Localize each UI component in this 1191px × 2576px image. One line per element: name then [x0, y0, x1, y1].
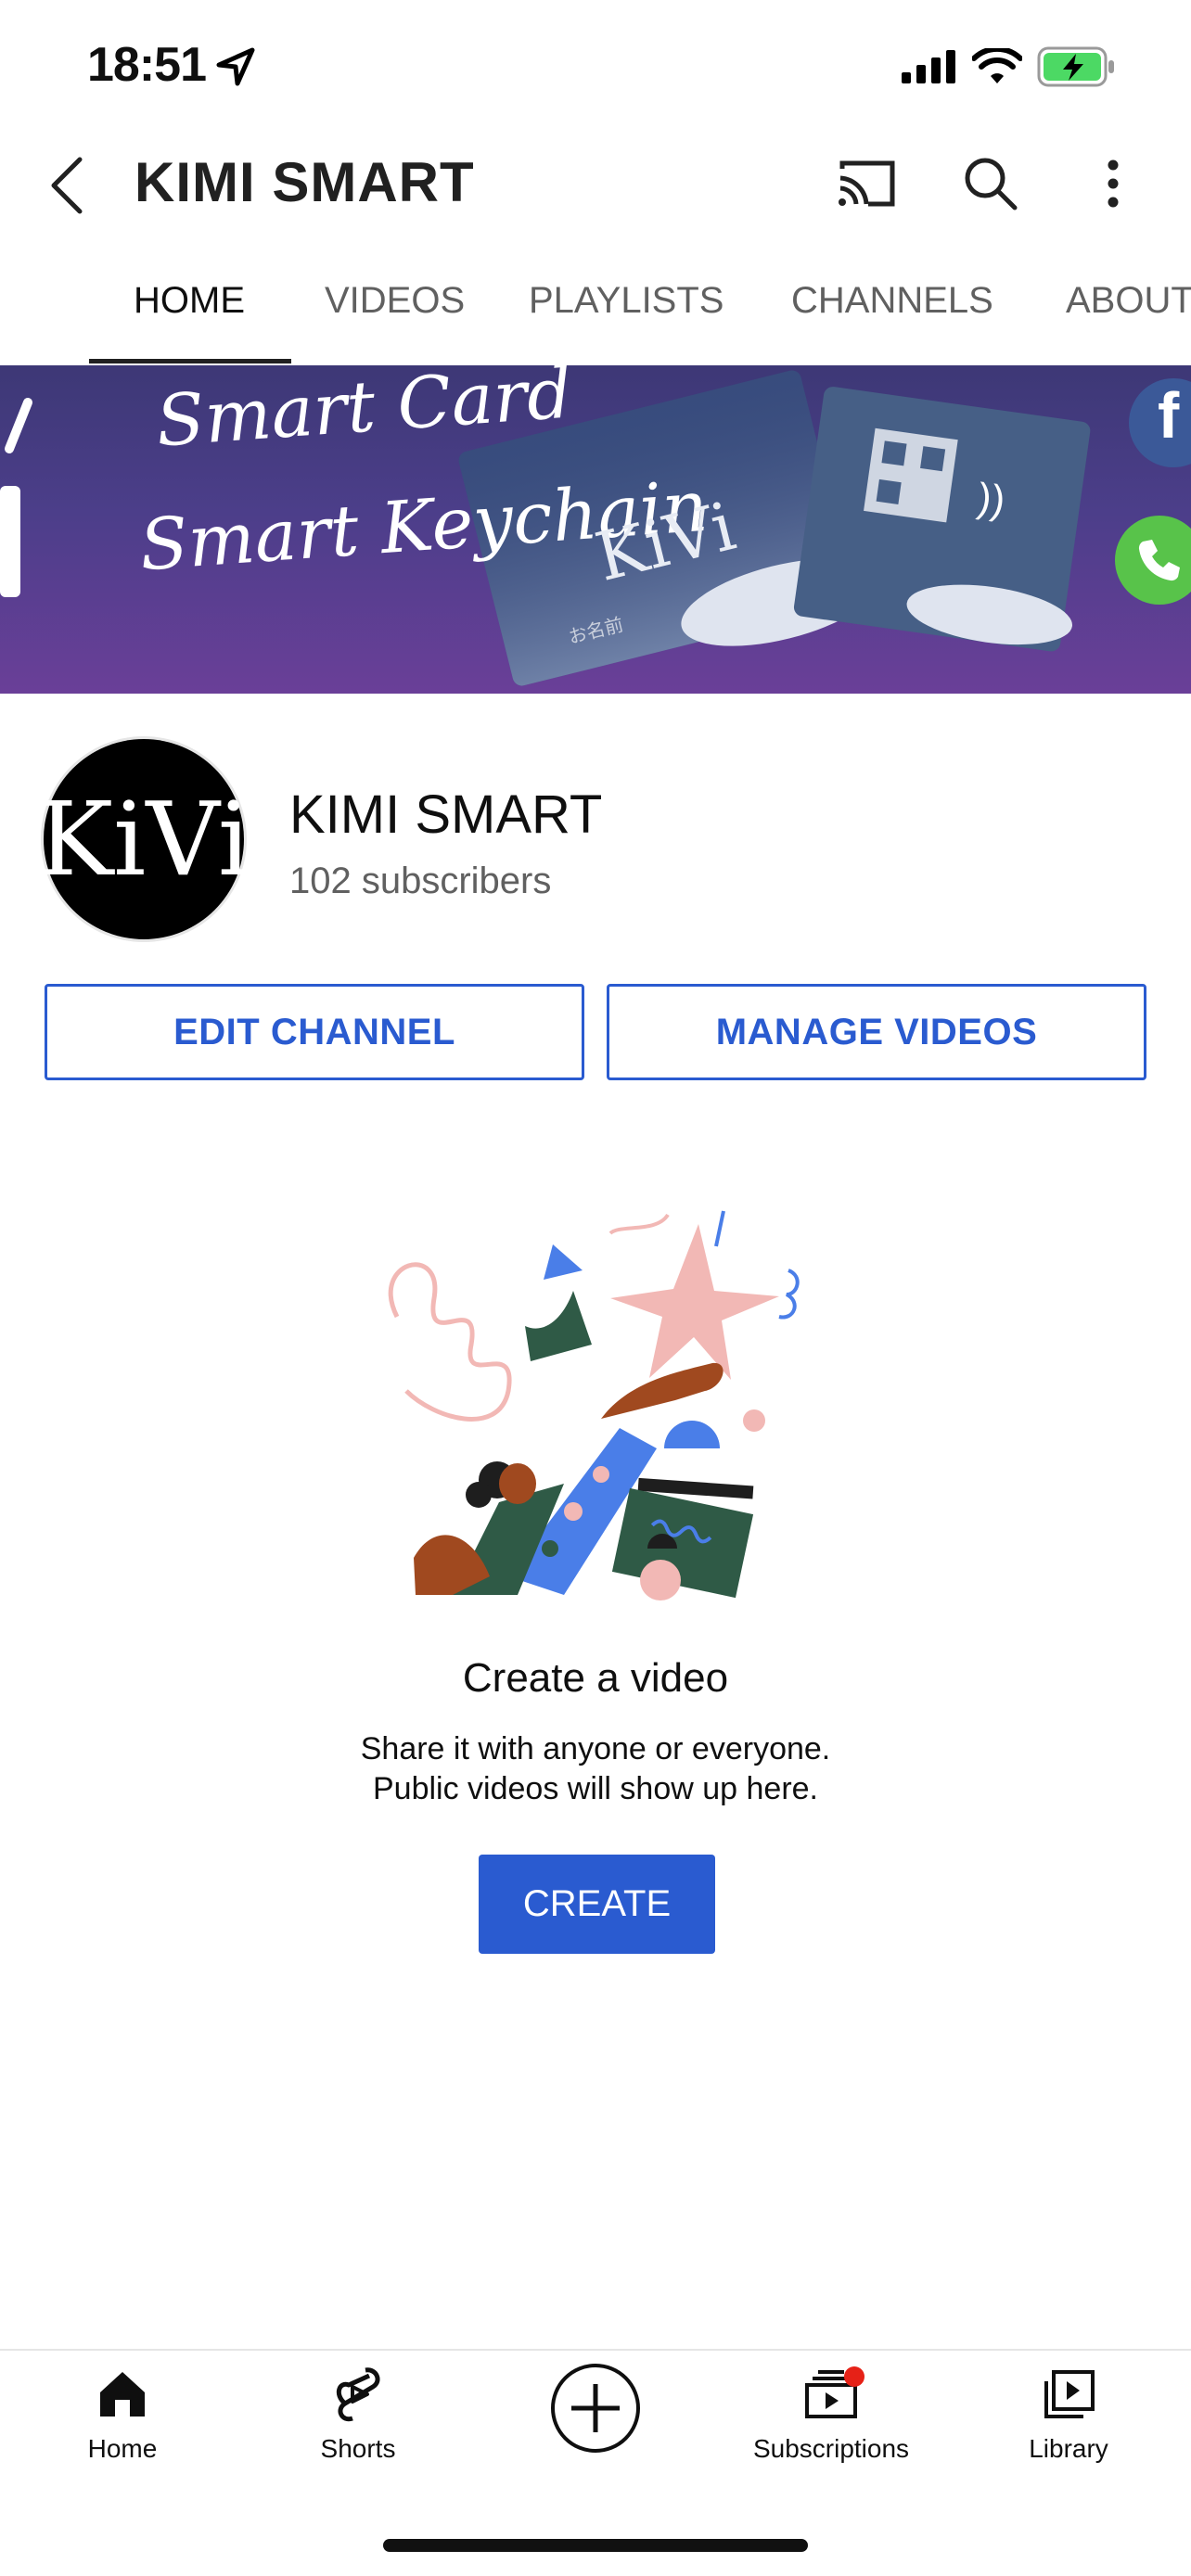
signal-icon	[902, 50, 955, 83]
tab-home[interactable]: HOME	[134, 280, 245, 322]
create-button[interactable]: CREATE	[479, 1855, 715, 1954]
wifi-icon	[972, 48, 1022, 83]
bottom-nav-divider	[0, 2349, 1191, 2351]
manage-videos-button[interactable]: MANAGE VIDEOS	[607, 984, 1146, 1080]
cast-icon[interactable]	[837, 158, 898, 210]
nav-home-label: Home	[87, 2434, 158, 2463]
search-icon[interactable]	[963, 156, 1018, 211]
nav-subscriptions-label: Subscriptions	[752, 2434, 910, 2463]
facebook-icon: f	[1158, 379, 1180, 452]
location-arrow-icon	[216, 47, 255, 86]
empty-state-description-line2: Public videos will show up here.	[372, 1771, 819, 1806]
create-video-illustration	[388, 1210, 800, 1600]
empty-state-title: Create a video	[462, 1655, 729, 1701]
shorts-icon	[336, 2367, 380, 2422]
home-icon	[100, 2372, 145, 2417]
battery-charging-icon	[1037, 46, 1114, 87]
avatar-logo-text: KiVi	[36, 780, 251, 899]
nav-home[interactable]: Home	[50, 2365, 195, 2467]
nav-library[interactable]: Library	[996, 2365, 1141, 2467]
empty-state-description: Share it with anyone or everyone. Public…	[0, 1729, 1191, 1809]
edit-channel-button[interactable]: EDIT CHANNEL	[45, 984, 584, 1080]
home-indicator	[383, 2539, 808, 2552]
empty-state-description-line1: Share it with anyone or everyone.	[360, 1731, 831, 1766]
channel-banner: Smart Card Smart Keychain KiVi お名前 )) f	[0, 365, 1191, 694]
page-title: KIMI SMART	[134, 151, 475, 213]
active-tab-indicator	[89, 359, 291, 363]
nav-shorts[interactable]: Shorts	[286, 2365, 430, 2467]
tab-channels[interactable]: CHANNELS	[791, 280, 993, 322]
nav-library-label: Library	[1029, 2434, 1108, 2463]
tab-videos[interactable]: VIDEOS	[325, 280, 465, 322]
avatar[interactable]: KiVi	[37, 739, 250, 939]
nav-shorts-label: Shorts	[320, 2434, 396, 2463]
back-arrow-icon[interactable]	[46, 156, 87, 215]
nav-subscriptions[interactable]: Subscriptions	[738, 2365, 924, 2467]
status-time: 18:51	[87, 38, 207, 92]
tab-about[interactable]: ABOUT	[1066, 280, 1191, 322]
create-plus-icon[interactable]	[549, 2362, 642, 2455]
library-icon	[1044, 2370, 1095, 2418]
channel-name: KIMI SMART	[289, 784, 603, 845]
tab-playlists[interactable]: PLAYLISTS	[529, 280, 724, 322]
more-options-icon[interactable]	[1104, 158, 1122, 210]
subscriber-count: 102 subscribers	[289, 861, 552, 901]
notification-badge	[844, 2366, 864, 2387]
phone-icon	[1138, 540, 1180, 581]
